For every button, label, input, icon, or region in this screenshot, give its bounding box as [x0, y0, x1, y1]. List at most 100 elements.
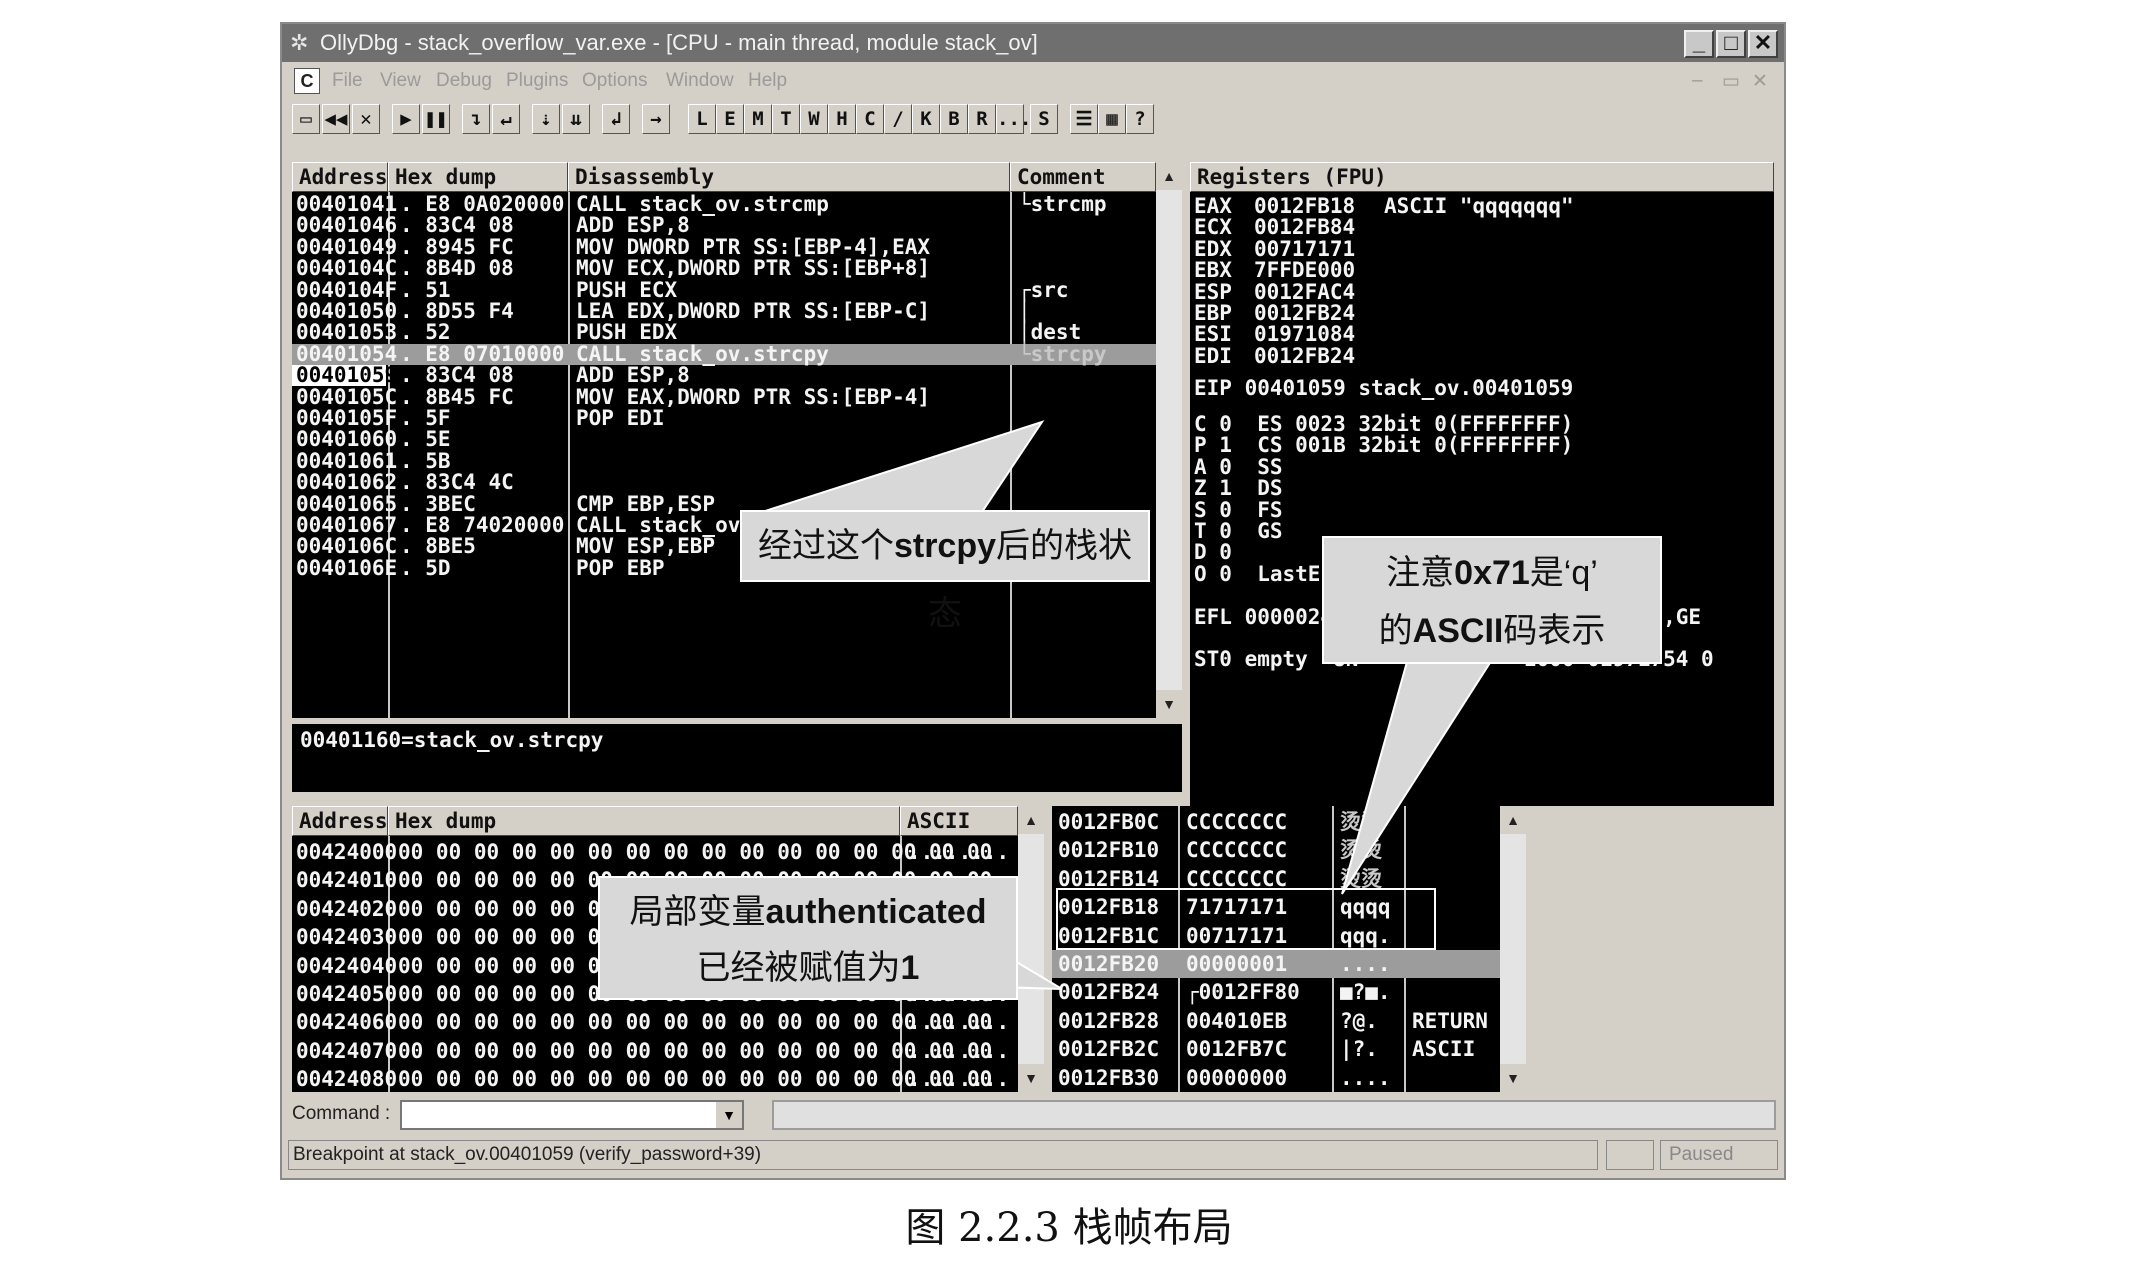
register-row[interactable]: EDX 00717171 — [1194, 238, 1774, 260]
register-row[interactable]: EBX 7FFDE000 — [1194, 260, 1774, 281]
references-button[interactable]: R — [968, 104, 996, 134]
register-row[interactable]: EBP 0012FB24 — [1194, 303, 1774, 324]
cpu-window-icon[interactable]: C — [294, 68, 320, 94]
menu-file[interactable]: File — [332, 70, 363, 92]
stack-scrollbar[interactable]: ▲ ▼ — [1500, 806, 1526, 1092]
dump-row[interactable]: 00424000 00 00 00 00 00 00 00 00 00 00 00… — [292, 838, 1018, 866]
scroll-down-icon[interactable]: ▼ — [1156, 690, 1182, 718]
menu-view[interactable]: View — [380, 70, 421, 92]
trace-into-icon[interactable]: ⇣ — [532, 104, 560, 134]
stack-row[interactable]: 0012FB2C 0012FB7C |?. ASCII — [1052, 1035, 1500, 1063]
close-program-icon[interactable]: ✕ — [352, 104, 380, 134]
minimize-button[interactable]: _ — [1684, 30, 1714, 58]
help-icon[interactable]: ? — [1126, 104, 1154, 134]
call-stack-button[interactable]: K — [912, 104, 940, 134]
disassembly-pane[interactable]: 00401041. E8 0A020000 CALL stack_ov.strcm… — [292, 192, 1156, 718]
dump-header-address[interactable]: Address — [292, 806, 388, 836]
scroll-up-icon[interactable]: ▲ — [1500, 806, 1526, 834]
disasm-row[interactable]: 0040105F. 5F POP EDI — [292, 408, 1156, 429]
scroll-up-icon[interactable]: ▲ — [1018, 806, 1044, 834]
register-value: 7FFDE000 — [1254, 258, 1356, 283]
disasm-row[interactable]: 0040104F. 51 PUSH ECX ┌src — [292, 277, 1156, 302]
pause-icon[interactable]: ❚❚ — [422, 104, 450, 134]
disasm-header-hex[interactable]: Hex dump — [388, 162, 568, 192]
log-window-button[interactable]: L — [688, 104, 716, 134]
patches-button[interactable]: / — [884, 104, 912, 134]
breakpoints-button[interactable]: B — [940, 104, 968, 134]
disasm-scrollbar[interactable]: ▲ ▼ — [1156, 162, 1182, 718]
mdi-restore-button[interactable]: ▭ — [1722, 70, 1740, 93]
dump-row[interactable]: 00424080 00 00 00 00 00 00 00 00 00 00 00… — [292, 1065, 1018, 1092]
threads-button[interactable]: T — [772, 104, 800, 134]
disasm-row[interactable]: 00401059. 83C4 08 ADD ESP,8 — [292, 365, 1156, 387]
register-row[interactable]: ESP 0012FAC4 — [1194, 281, 1774, 303]
step-into-icon[interactable]: ↴ — [462, 104, 490, 134]
command-input[interactable]: ▼ — [400, 1100, 744, 1130]
cpu-button[interactable]: C — [856, 104, 884, 134]
register-row[interactable]: EDI 0012FB24 — [1194, 345, 1774, 367]
dump-row[interactable]: 00424070 00 00 00 00 00 00 00 00 00 00 00… — [292, 1037, 1018, 1065]
stack-row[interactable]: 0012FB24 ┌0012FF80 ■?■. — [1052, 978, 1500, 1006]
scroll-down-icon[interactable]: ▼ — [1018, 1064, 1044, 1092]
goto-icon[interactable]: → — [642, 104, 670, 134]
eip-line: EIP 00401059 stack_ov.00401059 — [1194, 376, 1574, 400]
register-row[interactable]: ESI 01971084 — [1194, 324, 1774, 345]
menu-help[interactable]: Help — [748, 70, 787, 92]
disasm-address: 00401061 — [296, 448, 398, 473]
registers-pane[interactable]: EAX 0012FB18 ASCII "qqqqqqq" ECX 0012FB84 EDX… — [1190, 192, 1774, 806]
disasm-header-disassembly[interactable]: Disassembly — [568, 162, 1010, 192]
disasm-row[interactable]: 00401046. 83C4 08 ADD ESP,8 — [292, 215, 1156, 236]
menu-options[interactable]: Options — [582, 70, 647, 92]
menu-debug[interactable]: Debug — [436, 70, 492, 92]
mdi-close-button[interactable]: ✕ — [1752, 70, 1768, 93]
stack-row[interactable]: 0012FB10 CCCCCCCC 烫烫 — [1052, 836, 1500, 864]
close-button[interactable]: ✕ — [1748, 30, 1778, 58]
open-icon[interactable]: ▭ — [292, 104, 320, 134]
disasm-row[interactable]: 00401060. 5E — [292, 429, 1156, 450]
stack-pane[interactable]: 0012FB0C CCCCCCCC 烫烫 0012FB10 CCCCCCCC 烫烫 0012… — [1052, 806, 1500, 1092]
scroll-up-icon[interactable]: ▲ — [1156, 162, 1182, 190]
chevron-down-icon[interactable]: ▼ — [716, 1102, 742, 1128]
list-icon[interactable]: ☰ — [1070, 104, 1098, 134]
disasm-header-address[interactable]: Address — [292, 162, 388, 192]
stack-row[interactable]: 0012FB20 00000001.... — [1052, 950, 1500, 978]
disasm-row[interactable]: 00401041. E8 0A020000 CALL stack_ov.strcm… — [292, 194, 1156, 215]
disasm-header-comment[interactable]: Comment — [1010, 162, 1156, 192]
run-trace-button[interactable]: ... — [996, 104, 1031, 134]
run-icon[interactable]: ▶ — [392, 104, 420, 134]
grid-icon[interactable]: ▦ — [1098, 104, 1126, 134]
windows-button[interactable]: W — [800, 104, 828, 134]
stack-row[interactable]: 0012FB0C CCCCCCCC 烫烫 — [1052, 808, 1500, 836]
disasm-row[interactable]: 00401050. 8D55 F4 LEA EDX,DWORD PTR SS:[E… — [292, 301, 1156, 322]
stack-row[interactable]: 0012FB28 004010EB ?@. RETURN — [1052, 1007, 1500, 1035]
disasm-row[interactable]: 00401061. 5B — [292, 448, 1156, 473]
disasm-row[interactable]: 00401062. 83C4 4C — [292, 472, 1156, 493]
register-row[interactable]: ECX 0012FB84 — [1194, 217, 1774, 238]
disasm-row[interactable]: 0040104C. 8B4D 08 MOV ECX,DWORD PTR SS:[E… — [292, 258, 1156, 279]
registers-header[interactable]: Registers (FPU) — [1190, 162, 1774, 192]
disasm-row[interactable]: 0040105C. 8B45 FC MOV EAX,DWORD PTR SS:[E… — [292, 386, 1156, 408]
maximize-button[interactable]: □ — [1716, 30, 1746, 58]
disasm-row[interactable]: 00401049. 8945 FC MOV DWORD PTR SS:[EBP-4… — [292, 236, 1156, 258]
dump-scrollbar[interactable]: ▲ ▼ — [1018, 806, 1044, 1092]
disasm-row[interactable]: 00401053. 52 PUSH EDX │dest — [292, 322, 1156, 343]
scroll-down-icon[interactable]: ▼ — [1500, 1064, 1526, 1092]
dump-row[interactable]: 00424060 00 00 00 00 00 00 00 00 00 00 00… — [292, 1008, 1018, 1036]
disasm-row[interactable]: 00401054. E8 07010000 CALL stack_ov.strcp… — [292, 343, 1156, 365]
menu-plugins[interactable]: Plugins — [506, 70, 568, 92]
dump-header-hex[interactable]: Hex dump — [388, 806, 900, 836]
trace-over-icon[interactable]: ⇊ — [562, 104, 590, 134]
modules-button[interactable]: E — [716, 104, 744, 134]
execute-till-return-icon[interactable]: ↲ — [602, 104, 630, 134]
handles-button[interactable]: H — [828, 104, 856, 134]
step-over-icon[interactable]: ↵ — [492, 104, 520, 134]
stack-row[interactable]: 0012FB30 00000000.... — [1052, 1064, 1500, 1092]
source-button[interactable]: S — [1030, 104, 1058, 134]
restart-icon[interactable]: ◀◀ — [322, 104, 350, 134]
dump-header-ascii[interactable]: ASCII — [900, 806, 1018, 836]
register-row[interactable]: EAX 0012FB18 ASCII "qqqqqqq" — [1194, 196, 1774, 217]
memory-button[interactable]: M — [744, 104, 772, 134]
menu-window[interactable]: Window — [666, 70, 734, 92]
mdi-minimize-button[interactable]: – — [1692, 70, 1703, 92]
disasm-comment: ┌src — [1018, 277, 1069, 302]
